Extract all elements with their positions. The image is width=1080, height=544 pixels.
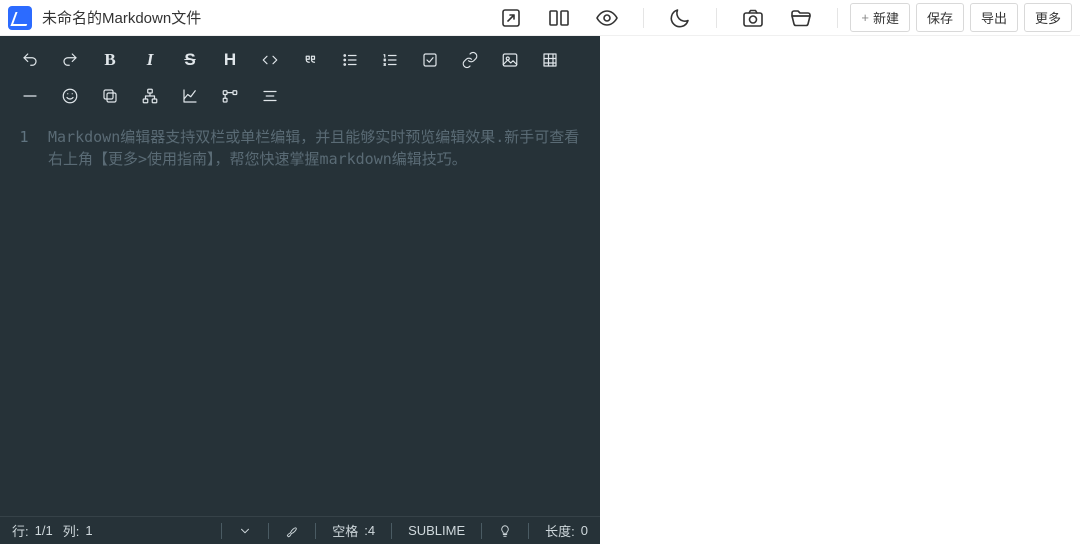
align-icon[interactable]: [250, 78, 290, 114]
status-chevron[interactable]: [238, 524, 252, 538]
status-space[interactable]: 空格 :4: [332, 521, 375, 540]
status-mode[interactable]: SUBLIME: [408, 523, 465, 538]
save-button-label: 保存: [927, 8, 953, 27]
col-value: 1: [85, 523, 92, 538]
col-label: 列:: [63, 521, 80, 540]
table-icon[interactable]: [530, 42, 570, 78]
util-icons: [656, 6, 704, 30]
line-number: 1: [0, 126, 48, 148]
new-button-label: 新建: [873, 8, 899, 27]
row-label: 行:: [12, 521, 29, 540]
separator: [643, 8, 644, 28]
split-view-icon[interactable]: [547, 6, 571, 30]
code-area[interactable]: Markdown编辑器支持双栏或单栏编辑，并且能够实时预览编辑效果.新手可查看右…: [48, 122, 600, 516]
quote-icon[interactable]: [290, 42, 330, 78]
topbar: 未命名的Markdown文件 + 新建 保存 导出 更多: [0, 0, 1080, 36]
sitemap-icon[interactable]: [130, 78, 170, 114]
export-button[interactable]: 导出: [970, 3, 1018, 32]
main: B I S H 1 Markdown编辑器支: [0, 36, 1080, 544]
document-title: 未命名的Markdown文件: [42, 7, 201, 28]
ul-icon[interactable]: [330, 42, 370, 78]
separator: [837, 8, 838, 28]
statusbar: 行: 1/1 列: 1 空格 :4 SUBLIME 长度: 0: [0, 516, 600, 544]
editor-placeholder: Markdown编辑器支持双栏或单栏编辑，并且能够实时预览编辑效果.新手可查看右…: [48, 126, 584, 170]
len-value: 0: [581, 523, 588, 538]
copy-icon[interactable]: [90, 78, 130, 114]
theme-moon-icon[interactable]: [668, 6, 692, 30]
top-buttons: + 新建 保存 导出 更多: [850, 3, 1072, 32]
image-icon[interactable]: [490, 42, 530, 78]
code-icon[interactable]: [250, 42, 290, 78]
space-value: :4: [364, 523, 375, 538]
editor-pane: B I S H 1 Markdown编辑器支: [0, 36, 600, 544]
len-label: 长度:: [545, 521, 575, 540]
heading-icon[interactable]: H: [210, 42, 250, 78]
emoji-icon[interactable]: [50, 78, 90, 114]
link-icon[interactable]: [450, 42, 490, 78]
editor-body[interactable]: 1 Markdown编辑器支持双栏或单栏编辑，并且能够实时预览编辑效果.新手可查…: [0, 114, 600, 516]
italic-icon[interactable]: I: [130, 42, 170, 78]
view-icons: [487, 6, 631, 30]
save-button[interactable]: 保存: [916, 3, 964, 32]
more-button[interactable]: 更多: [1024, 3, 1072, 32]
status-row: 行: 1/1: [12, 521, 53, 540]
preview-pane: [600, 36, 1080, 544]
status-hint-icon[interactable]: [498, 524, 512, 538]
space-label: 空格: [332, 521, 358, 540]
bold-icon[interactable]: B: [90, 42, 130, 78]
redo-icon[interactable]: [50, 42, 90, 78]
line-gutter: 1: [0, 122, 48, 516]
task-icon[interactable]: [410, 42, 450, 78]
new-button[interactable]: + 新建: [850, 3, 910, 32]
mode-value: SUBLIME: [408, 523, 465, 538]
row-value: 1/1: [35, 523, 53, 538]
preview-icon[interactable]: [595, 6, 619, 30]
hr-icon[interactable]: [10, 78, 50, 114]
status-brush-icon[interactable]: [285, 524, 299, 538]
file-icons: [729, 6, 825, 30]
plus-icon: +: [861, 10, 869, 25]
strike-icon[interactable]: S: [170, 42, 210, 78]
folder-open-icon[interactable]: [789, 6, 813, 30]
edit-only-icon[interactable]: [499, 6, 523, 30]
separator: [716, 8, 717, 28]
editor-toolbar: B I S H: [0, 36, 600, 114]
undo-icon[interactable]: [10, 42, 50, 78]
chart-icon[interactable]: [170, 78, 210, 114]
export-button-label: 导出: [981, 8, 1007, 27]
app-logo-icon: [8, 6, 32, 30]
status-col: 列: 1: [63, 521, 93, 540]
status-length: 长度: 0: [545, 521, 588, 540]
flowchart-icon[interactable]: [210, 78, 250, 114]
camera-icon[interactable]: [741, 6, 765, 30]
ol-icon[interactable]: [370, 42, 410, 78]
more-button-label: 更多: [1035, 8, 1061, 27]
